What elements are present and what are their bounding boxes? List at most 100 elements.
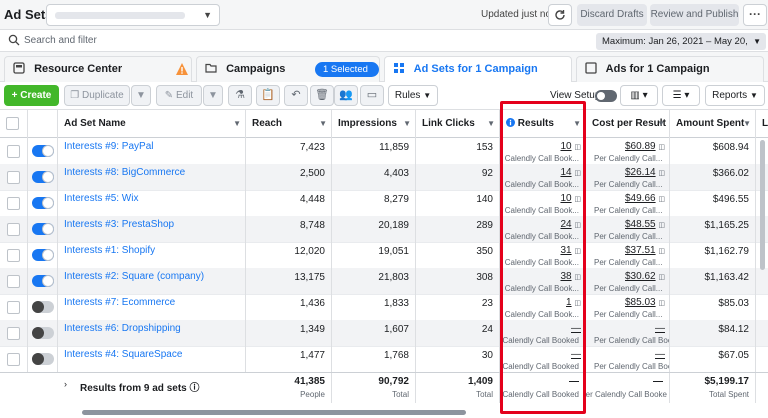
cost-per-result-value[interactable]: $60.89	[625, 141, 656, 152]
results-value[interactable]: 10	[560, 193, 571, 204]
ad-set-status-toggle[interactable]	[32, 145, 54, 157]
columns-dropdown[interactable]: ▥ ▾	[620, 85, 658, 106]
table-row[interactable]: Interests #5: Wix 4,448 8,279 140 10 ◫ Calend…	[0, 190, 768, 217]
ad-set-name-link[interactable]: Interests #7: Ecommerce	[58, 294, 246, 321]
tab-ads[interactable]: Ads for 1 Campaign	[576, 56, 764, 82]
ad-set-name-link[interactable]: Interests #8: BigCommerce	[58, 164, 246, 191]
row-checkbox[interactable]	[7, 327, 20, 340]
duplicate-button[interactable]: ❐ Duplicate	[64, 85, 130, 106]
results-value[interactable]: 1	[566, 297, 572, 308]
ad-set-name-link[interactable]: Interests #3: PrestaShop	[58, 216, 246, 243]
undo-button[interactable]: ↶	[284, 85, 308, 106]
table-row[interactable]: Interests #8: BigCommerce 2,500 4,403 92 14 …	[0, 164, 768, 191]
tab-resource-center[interactable]: Resource Center	[4, 56, 192, 82]
row-checkbox[interactable]	[7, 275, 20, 288]
duplicate-dropdown[interactable]: ▼	[131, 85, 151, 106]
horizontal-scrollbar[interactable]	[82, 410, 466, 415]
duplicate-label: Duplicate	[82, 90, 124, 101]
ad-set-name-link[interactable]: Interests #4: SquareSpace	[58, 346, 246, 373]
edit-button[interactable]: ✎ Edit	[156, 85, 202, 106]
refresh-button[interactable]	[548, 4, 572, 26]
review-publish-button[interactable]: Review and Publish	[650, 4, 739, 26]
cost-per-result-value[interactable]: $30.62	[625, 271, 656, 282]
col-header-name[interactable]: Ad Set Name ▼	[58, 110, 246, 138]
row-checkbox[interactable]	[7, 353, 20, 366]
ad-set-status-toggle[interactable]	[32, 353, 54, 365]
discard-drafts-button[interactable]: Discard Drafts	[577, 4, 647, 26]
search-input[interactable]	[24, 32, 324, 49]
delete-button[interactable]: 🗑	[310, 85, 334, 106]
ad-set-status-toggle[interactable]	[32, 301, 54, 313]
col-header-results[interactable]: Results ▼	[500, 110, 586, 138]
cost-per-result-value[interactable]: —	[655, 323, 665, 334]
rules-dropdown[interactable]: Rules ▼	[388, 85, 438, 106]
table-row[interactable]: Interests #3: PrestaShop 8,748 20,189 289 24…	[0, 216, 768, 243]
cost-per-result-value[interactable]: —	[655, 349, 665, 360]
cost-per-result-value[interactable]: $49.66	[625, 193, 656, 204]
table-row[interactable]: Interests #9: PayPal 7,423 11,859 153 10 ◫ Ca…	[0, 138, 768, 165]
tab-campaigns[interactable]: Campaigns 1 Selected ×	[196, 56, 380, 90]
preview-button[interactable]: ▭	[360, 85, 384, 106]
col-header-link-clicks[interactable]: Link Clicks ▼	[416, 110, 500, 138]
ad-set-name-link[interactable]: Interests #2: Square (company)	[58, 268, 246, 295]
results-value[interactable]: 10	[560, 141, 571, 152]
results-value[interactable]: —	[571, 323, 581, 334]
col-header-amount-spent[interactable]: Amount Spent ▼	[670, 110, 756, 138]
ad-set-status-toggle[interactable]	[32, 223, 54, 235]
results-value[interactable]: 14	[560, 167, 571, 178]
vertical-scrollbar[interactable]	[760, 140, 765, 270]
ad-set-status-toggle[interactable]	[32, 327, 54, 339]
ad-set-name-link[interactable]: Interests #5: Wix	[58, 190, 246, 217]
table-row[interactable]: Interests #2: Square (company) 13,175 21,8…	[0, 268, 768, 295]
row-checkbox[interactable]	[7, 197, 20, 210]
breakdown-dropdown[interactable]: ☰ ▾	[662, 85, 700, 106]
tab-ad-sets[interactable]: Ad Sets for 1 Campaign	[384, 56, 572, 83]
reach-value: 4,448	[246, 190, 332, 217]
chevron-right-icon[interactable]: ›	[64, 379, 67, 389]
ad-set-status-toggle[interactable]	[32, 197, 54, 209]
row-checkbox[interactable]	[7, 171, 20, 184]
selected-count-badge[interactable]: 1 Selected ×	[315, 62, 379, 90]
ad-set-status-toggle[interactable]	[32, 249, 54, 261]
results-value[interactable]: 24	[560, 219, 571, 230]
cost-per-result-value[interactable]: $85.03	[625, 297, 656, 308]
results-value[interactable]: 38	[560, 271, 571, 282]
select-all-checkbox[interactable]	[6, 117, 19, 130]
row-checkbox[interactable]	[7, 301, 20, 314]
table-row[interactable]: Interests #6: Dropshipping 1,349 1,607 24 — C…	[0, 320, 768, 347]
results-value[interactable]: —	[571, 349, 581, 360]
results-sub: Calendly Call Book...	[504, 258, 579, 267]
cost-per-result-value[interactable]: $26.14	[625, 167, 656, 178]
more-options-button[interactable]: ···	[743, 4, 767, 26]
clipboard-button[interactable]: 📋	[256, 85, 280, 106]
ad-set-name-link[interactable]: Interests #1: Shopify	[58, 242, 246, 269]
preview-icon: ▭	[366, 89, 378, 101]
col-header-reach[interactable]: Reach ▼	[246, 110, 332, 138]
ad-set-name-link[interactable]: Interests #6: Dropshipping	[58, 320, 246, 347]
reports-dropdown[interactable]: Reports ▼	[705, 85, 765, 106]
audience-button[interactable]: 👥	[334, 85, 358, 106]
account-selector[interactable]: ▼	[46, 4, 220, 26]
col-header-impressions[interactable]: Impressions ▼	[332, 110, 416, 138]
ad-set-name-link[interactable]: Interests #9: PayPal	[58, 138, 246, 165]
table-row[interactable]: Interests #4: SquareSpace 1,477 1,768 30 — Ca…	[0, 346, 768, 373]
table-row[interactable]: Interests #7: Ecommerce 1,436 1,833 23 1 ◫ Ca…	[0, 294, 768, 321]
breakdown-icon: ◫	[658, 222, 665, 229]
ad-set-status-toggle[interactable]	[32, 171, 54, 183]
date-range-picker[interactable]: Maximum: Jan 26, 2021 – May 20, 2021 ▼	[596, 33, 766, 64]
row-checkbox[interactable]	[7, 223, 20, 236]
account-name-redacted	[55, 12, 185, 19]
row-checkbox[interactable]	[7, 249, 20, 262]
ab-test-button[interactable]: ⚗	[228, 85, 252, 106]
create-button[interactable]: + Create	[4, 85, 59, 106]
cost-per-result-value[interactable]: $37.51	[625, 245, 656, 256]
view-setup-toggle[interactable]	[595, 90, 617, 102]
col-header-cost-per-result[interactable]: Cost per Result ▼	[586, 110, 670, 138]
row-checkbox[interactable]	[7, 145, 20, 158]
table-row[interactable]: Interests #1: Shopify 12,020 19,051 350 31 ◫…	[0, 242, 768, 269]
col-header-extra[interactable]: Le	[756, 110, 768, 138]
edit-dropdown[interactable]: ▼	[203, 85, 223, 106]
results-value[interactable]: 31	[560, 245, 571, 256]
ad-set-status-toggle[interactable]	[32, 275, 54, 287]
cost-per-result-value[interactable]: $48.55	[625, 219, 656, 230]
